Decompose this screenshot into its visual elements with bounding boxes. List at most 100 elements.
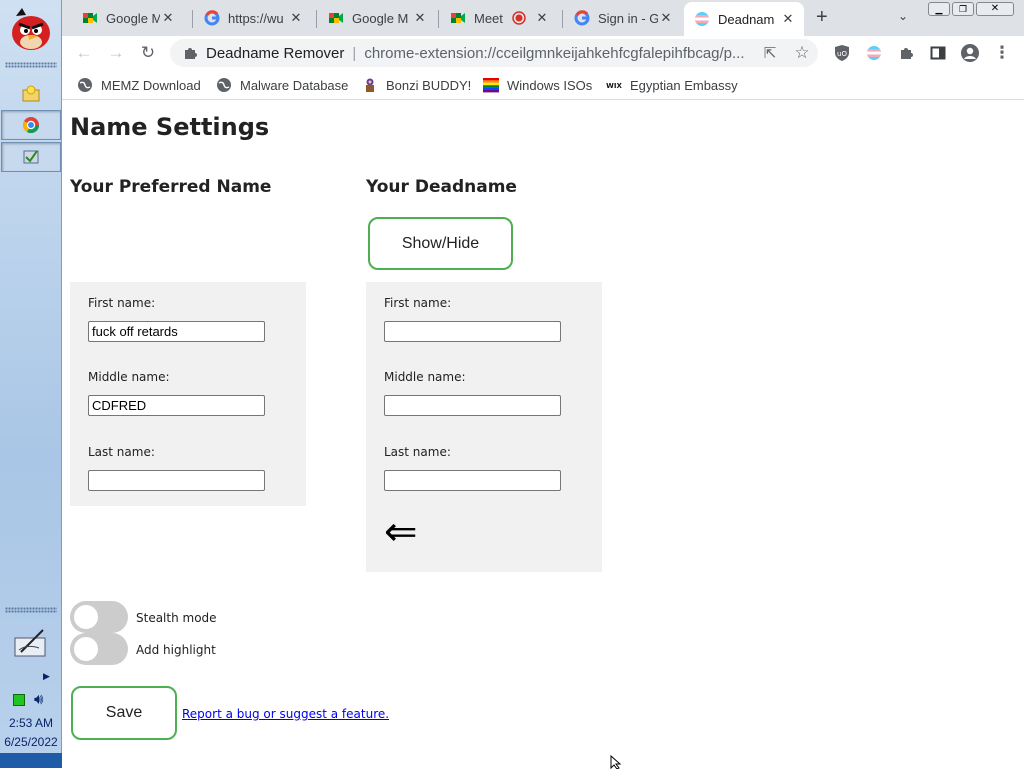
bookmark-label: Bonzi BUDDY!	[386, 77, 472, 93]
taskbar-pen-tablet-button[interactable]	[13, 626, 49, 658]
show-desktop-bar[interactable]	[0, 753, 62, 768]
stealth-mode-toggle[interactable]	[70, 601, 128, 633]
kebab-menu-icon[interactable]: ⋮	[990, 41, 1014, 65]
preferred-middle-name-input[interactable]	[88, 395, 265, 416]
site-name: Deadname Remover	[206, 44, 345, 62]
taskbar-grip-lower[interactable]	[5, 607, 57, 613]
angry-bird-start-icon[interactable]	[8, 6, 54, 52]
back-arrow-icon[interactable]: ←	[72, 41, 96, 65]
extension-options-page: Name Settings Your Preferred Name First …	[62, 101, 1024, 769]
globe-icon	[78, 78, 92, 92]
close-icon[interactable]: ✕	[780, 11, 796, 27]
bookmark-label: MEMZ Download	[101, 77, 201, 93]
bookmark-malware-database[interactable]: Malware Database	[216, 75, 348, 95]
close-icon[interactable]: ✕	[658, 10, 674, 26]
preferred-name-panel: First name: Middle name: Last name:	[70, 282, 306, 506]
preferred-middle-name-label: Middle name:	[88, 370, 170, 384]
tab-meet[interactable]: Meet ✕	[440, 4, 558, 32]
tab-title: https://wu	[228, 10, 284, 26]
deadname-middle-name-input[interactable]	[384, 395, 561, 416]
chrome-icon	[22, 117, 40, 134]
stealth-mode-label: Stealth mode	[136, 611, 217, 625]
taskbar-chrome-button[interactable]	[1, 110, 61, 140]
bookmark-bonzi-buddy[interactable]: Bonzi BUDDY!	[362, 75, 471, 95]
folder-sun-icon	[22, 85, 40, 102]
omnibox-divider: |	[352, 44, 357, 62]
side-panel-icon[interactable]	[926, 41, 950, 65]
deadname-first-name-label: First name:	[384, 296, 452, 310]
tray-expand-icon[interactable]: ▶	[43, 671, 50, 682]
bookmark-label: Egyptian Embassy	[630, 77, 738, 93]
page-title: Name Settings	[70, 113, 270, 141]
url-text: chrome-extension://cceilgmnkeijahkehfcgf…	[364, 44, 745, 62]
svg-text:WIX: WIX	[606, 82, 622, 90]
network-tray-icon[interactable]	[13, 694, 25, 706]
preferred-last-name-input[interactable]	[88, 470, 265, 491]
tab-google-meet-2[interactable]: Google M ✕	[318, 4, 436, 32]
tab-sign-in[interactable]: Sign in - G ✕	[564, 4, 682, 32]
deadname-heading: Your Deadname	[366, 177, 517, 197]
address-bar[interactable]: Deadname Remover | chrome-extension://cc…	[170, 39, 818, 67]
toggle-knob	[74, 637, 98, 661]
clock-date[interactable]: 6/25/2022	[0, 735, 62, 749]
deadname-first-name-input[interactable]	[384, 321, 561, 342]
show-hide-button[interactable]: Show/Hide	[368, 217, 513, 270]
bookmark-memz-download[interactable]: MEMZ Download	[77, 75, 201, 95]
pen-tablet-icon	[14, 629, 46, 657]
forward-arrow-icon[interactable]: →	[104, 41, 128, 65]
tab-title: Google M	[352, 10, 409, 26]
new-tab-plus-icon[interactable]: +	[816, 6, 828, 29]
clock-time[interactable]: 2:53 AM	[0, 716, 62, 730]
profile-avatar-icon[interactable]	[958, 41, 982, 65]
trans-extension-icon[interactable]	[862, 41, 886, 65]
bookmark-windows-isos[interactable]: Windows ISOs	[483, 75, 592, 95]
rainbow-flag-icon	[483, 78, 499, 93]
report-bug-link[interactable]: Report a bug or suggest a feature.	[182, 707, 389, 721]
bookmark-star-icon[interactable]: ☆	[790, 41, 814, 65]
deadname-middle-name-label: Middle name:	[384, 370, 466, 384]
deadname-last-name-input[interactable]	[384, 470, 561, 491]
mouse-cursor-icon	[610, 755, 622, 769]
close-icon[interactable]: ✕	[288, 10, 304, 26]
restore-icon[interactable]: ❐	[952, 2, 974, 16]
tab-title: Meet	[474, 10, 503, 26]
taskbar: ▶ 🔊︎ 2:53 AM 6/25/2022	[0, 0, 62, 768]
bookmarks-bar: MEMZ Download Malware Database Bonzi BUD…	[62, 70, 1024, 100]
google-meet-icon	[329, 13, 343, 23]
tab-title: Google M	[106, 10, 160, 26]
browser-toolbar: ← → ↻ Deadname Remover | chrome-extensio…	[62, 36, 1024, 70]
minimize-icon[interactable]: ▁	[928, 2, 950, 16]
taskbar-grip[interactable]	[5, 62, 57, 68]
volume-icon[interactable]: 🔊︎	[34, 691, 43, 708]
checkmark-app-icon	[23, 150, 39, 164]
left-arrow-icon[interactable]: ⇐	[384, 510, 418, 554]
ublock-shield-icon[interactable]: uO	[830, 41, 854, 65]
globe-icon	[217, 78, 231, 92]
recording-icon	[512, 11, 526, 25]
extensions-puzzle-icon[interactable]	[894, 41, 918, 65]
window-close-icon[interactable]: ✕	[976, 2, 1014, 16]
close-icon[interactable]: ✕	[534, 10, 550, 26]
tab-search-chevron-icon[interactable]: ⌄	[898, 9, 908, 23]
add-highlight-label: Add highlight	[136, 643, 216, 657]
taskbar-app-button[interactable]	[1, 142, 61, 172]
bookmark-egyptian-embassy[interactable]: WIX Egyptian Embassy	[606, 75, 738, 95]
tab-separator	[192, 10, 193, 28]
tab-https[interactable]: https://wu ✕	[194, 4, 312, 32]
tab-google-meet-1[interactable]: Google M ✕	[72, 4, 184, 32]
preferred-first-name-label: First name:	[88, 296, 156, 310]
save-button[interactable]: Save	[71, 686, 177, 740]
tab-deadname-active[interactable]: Deadnam ✕	[684, 2, 804, 36]
preferred-first-name-input[interactable]	[88, 321, 265, 342]
tab-title: Deadnam	[718, 11, 775, 27]
share-icon[interactable]: ⇱	[758, 41, 782, 65]
svg-text:uO: uO	[837, 50, 847, 58]
preferred-name-heading: Your Preferred Name	[70, 177, 272, 197]
add-highlight-toggle[interactable]	[70, 633, 128, 665]
bonzi-icon	[366, 78, 374, 92]
taskbar-folder-button[interactable]	[1, 79, 61, 109]
close-icon[interactable]: ✕	[160, 10, 176, 26]
tab-separator	[562, 10, 563, 28]
reload-icon[interactable]: ↻	[136, 41, 160, 65]
close-icon[interactable]: ✕	[412, 10, 428, 26]
